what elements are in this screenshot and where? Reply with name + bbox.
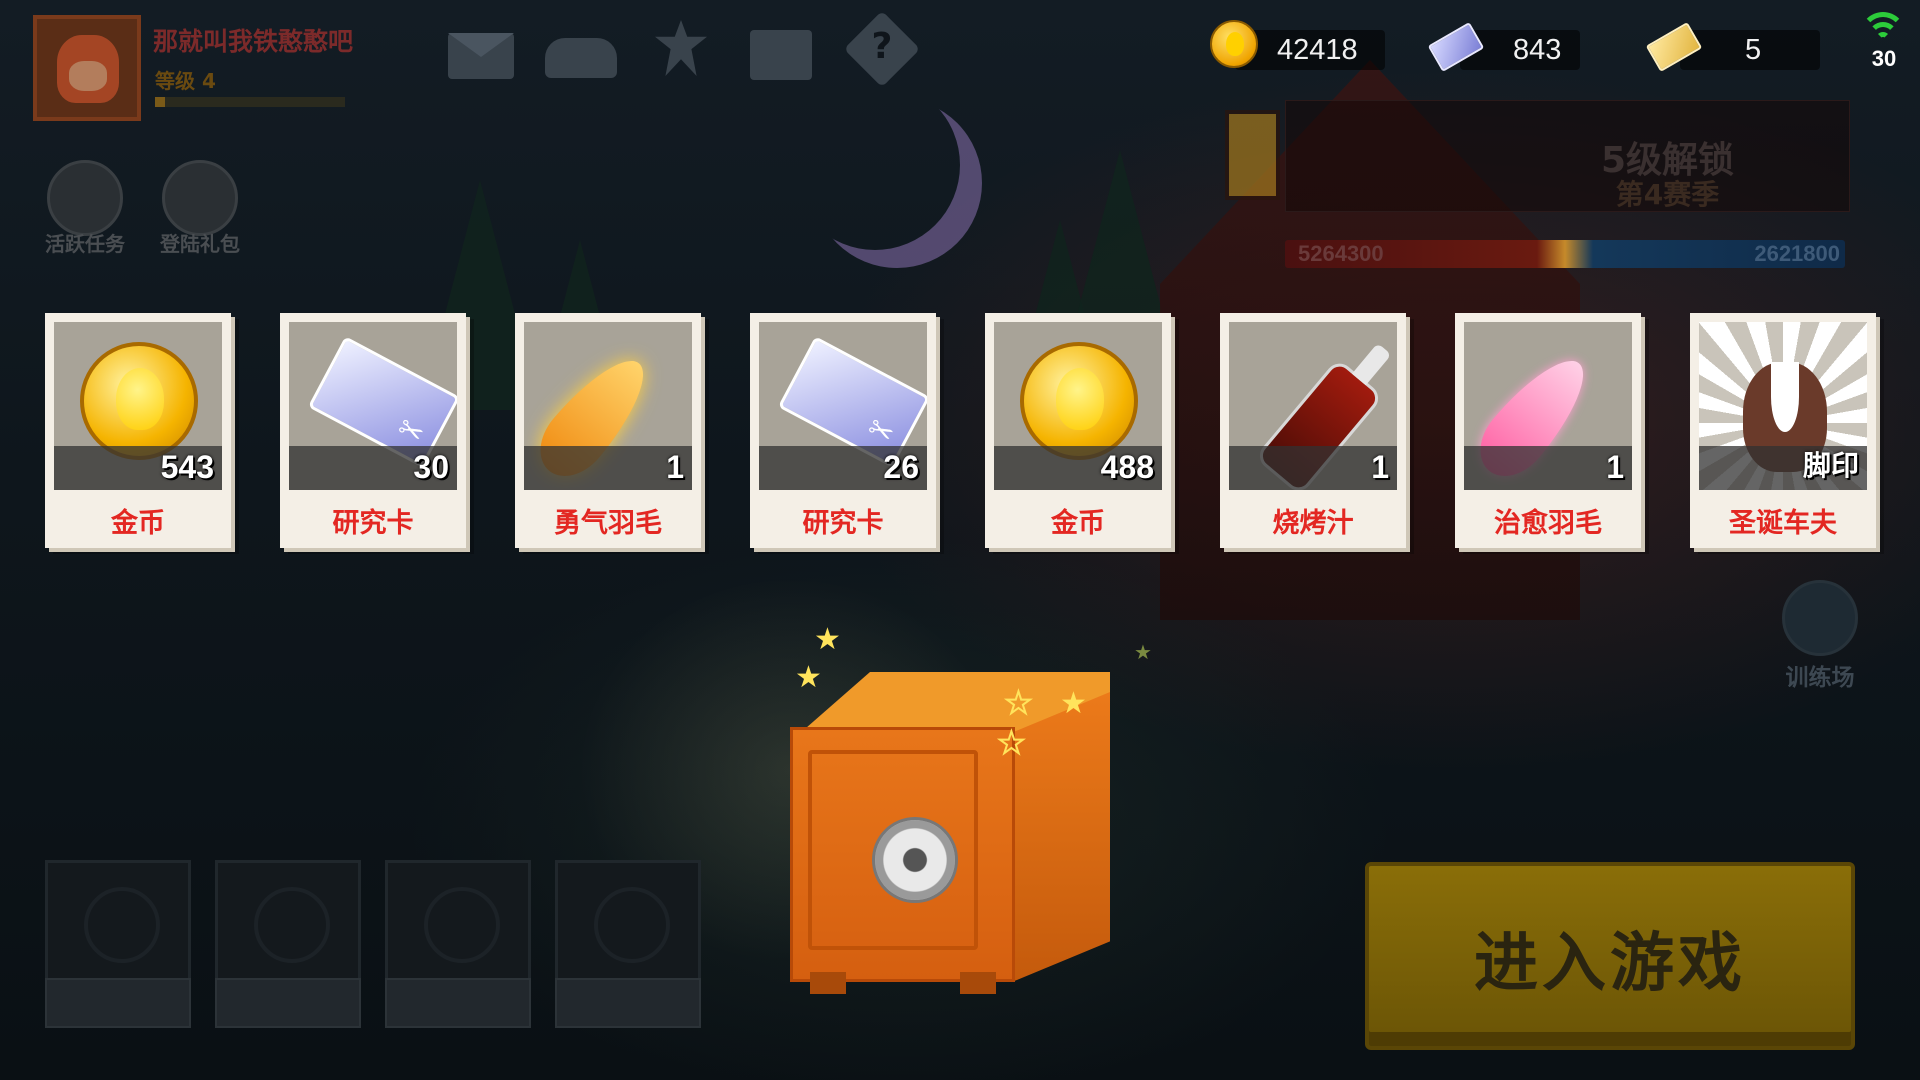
season-subtitle: 第4赛季 [1615, 178, 1720, 211]
treasure-safe[interactable] [790, 672, 1110, 1002]
star-icon: ★ [1134, 640, 1152, 664]
slot-bottom [385, 978, 531, 1028]
player-level: 等级 4 [155, 69, 216, 93]
fps-counter: 30 [1871, 46, 1897, 71]
player-name: 那就叫我铁憨憨吧 [153, 27, 354, 56]
calendar-icon[interactable] [750, 30, 812, 80]
login-gift-button[interactable]: 登陆礼包 [150, 160, 250, 260]
training-ground-label: 训练场 [1785, 665, 1855, 691]
avatar-face [57, 35, 119, 103]
reward-card: 26 研究卡 [750, 313, 936, 548]
star-icon: ★ [1060, 686, 1087, 721]
reward-card: 1 烧烤汁 [1220, 313, 1406, 548]
daily-tasks-label: 活跃任务 [45, 232, 125, 256]
reward-card: 488 金币 [985, 313, 1171, 548]
score-left: 5264300 [1298, 241, 1384, 266]
friends-icon[interactable] [545, 38, 617, 78]
reward-count: 543 [160, 449, 214, 485]
reward-count: 1 [1371, 449, 1389, 485]
wifi-signal-icon [1858, 8, 1908, 48]
season-banner[interactable]: 5级解锁 第4赛季 [1285, 100, 1850, 212]
xp-bar [155, 97, 345, 107]
reward-name: 金币 [111, 508, 165, 539]
reward-card: 1 治愈羽毛 [1455, 313, 1641, 548]
gold-coin-icon [80, 342, 198, 460]
reward-count: 1 [1606, 449, 1624, 485]
player-avatar[interactable] [33, 15, 141, 121]
reward-image: 30 [289, 322, 457, 490]
reward-image: 1 [524, 322, 692, 490]
reward-count: 30 [413, 449, 449, 485]
help-question-mark: ? [871, 26, 893, 67]
reward-name: 治愈羽毛 [1494, 508, 1602, 539]
calendar-icon [47, 160, 123, 236]
training-icon [1782, 580, 1858, 656]
slot-top [45, 860, 191, 990]
item-slot[interactable] [555, 860, 701, 1028]
score-right: 2621800 [1754, 241, 1840, 266]
reward-image: 脚印 [1699, 322, 1867, 490]
house-window [1225, 110, 1280, 200]
reward-image: 488 [994, 322, 1162, 490]
ticket-amount: 5 [1745, 34, 1762, 66]
reward-count: 1 [666, 449, 684, 485]
item-slot[interactable] [385, 860, 531, 1028]
xp-fill [155, 97, 165, 107]
slot-bottom [555, 978, 701, 1028]
reward-card: 1 勇气羽毛 [515, 313, 701, 548]
login-gift-label: 登陆礼包 [160, 232, 240, 256]
star-icon: ★ [1004, 685, 1033, 722]
reward-count: 26 [883, 449, 919, 485]
reward-name: 圣诞车夫 [1729, 508, 1837, 539]
reward-name: 金币 [1051, 508, 1105, 539]
enter-game-label: 进入游戏 [1474, 927, 1746, 1001]
reward-card: 543 金币 [45, 313, 231, 548]
item-slot[interactable] [215, 860, 361, 1028]
reward-image: 1 [1464, 322, 1632, 490]
reward-name: 勇气羽毛 [554, 508, 662, 539]
research-card-amount: 843 [1513, 34, 1562, 66]
daily-tasks-button[interactable]: 活跃任务 [35, 160, 135, 260]
safe-dial-icon [872, 817, 958, 903]
gift-icon [162, 160, 238, 236]
mail-icon[interactable] [448, 33, 514, 79]
slot-top [555, 860, 701, 990]
reward-image: 26 [759, 322, 927, 490]
gold-coin-icon [1210, 20, 1258, 68]
star-icon: ★ [997, 725, 1026, 762]
reward-image: 543 [54, 322, 222, 490]
slot-bottom [215, 978, 361, 1028]
star-icon: ★ [795, 660, 822, 695]
training-ground-button[interactable]: 训练场 [1770, 580, 1870, 691]
reward-count: 488 [1100, 449, 1154, 485]
slot-top [215, 860, 361, 990]
reward-count: 脚印 [1802, 449, 1859, 482]
slot-bottom [45, 978, 191, 1028]
item-slot[interactable] [45, 860, 191, 1028]
gold-coin-icon [1020, 342, 1138, 460]
reward-card: 脚印 圣诞车夫 [1690, 313, 1876, 548]
gold-amount: 42418 [1277, 34, 1358, 66]
reward-name: 研究卡 [802, 508, 884, 539]
star-icon: ★ [814, 622, 841, 657]
moon [790, 80, 960, 250]
safe-foot [960, 972, 996, 994]
reward-name: 烧烤汁 [1272, 508, 1354, 539]
enter-game-button[interactable]: 进入游戏 [1365, 862, 1855, 1050]
reward-image: 1 [1229, 322, 1397, 490]
reward-name: 研究卡 [332, 508, 414, 539]
safe-foot [810, 972, 846, 994]
reward-card: 30 研究卡 [280, 313, 466, 548]
safe-side [1012, 692, 1110, 982]
slot-top [385, 860, 531, 990]
